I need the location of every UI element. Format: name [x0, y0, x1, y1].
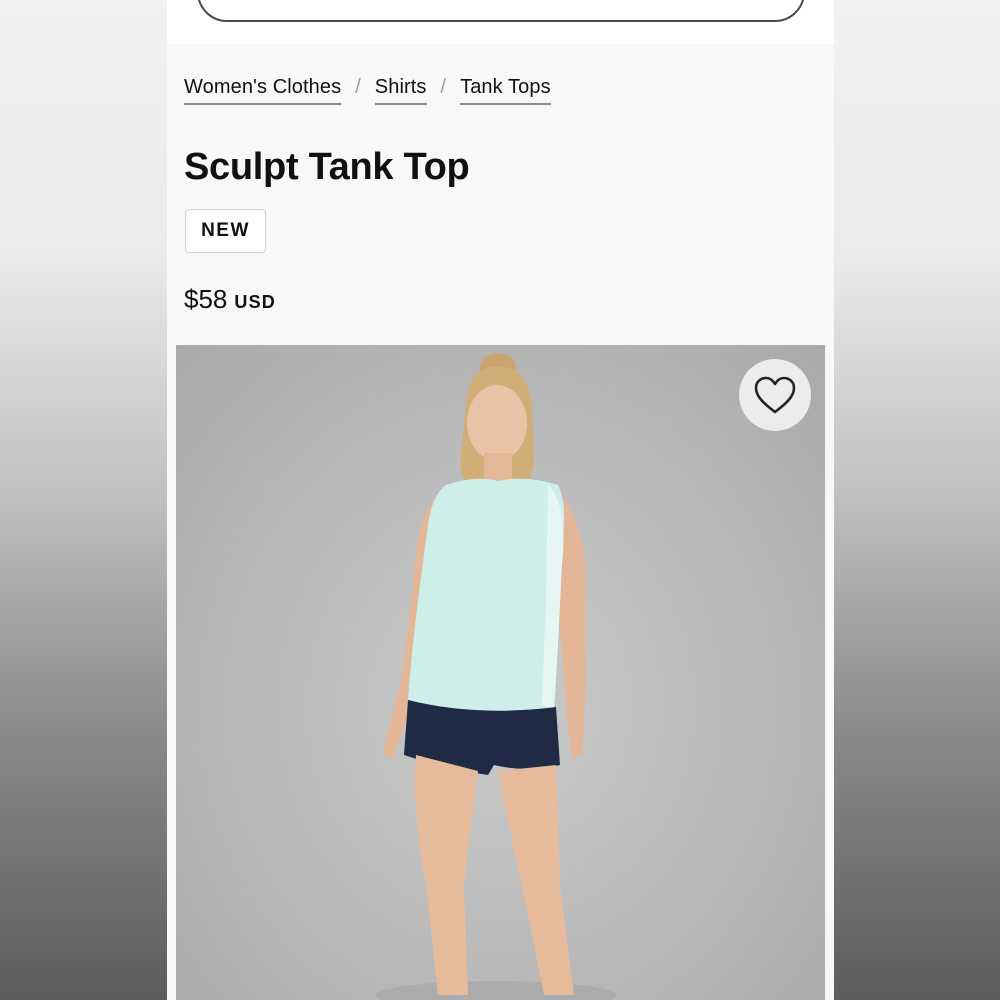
breadcrumb-womens-clothes[interactable]: Women's Clothes — [184, 76, 342, 105]
product-price: $58 USD — [184, 284, 276, 315]
product-title: Sculpt Tank Top — [184, 146, 470, 188]
left-backdrop — [0, 0, 167, 1000]
wishlist-button[interactable] — [739, 359, 811, 431]
product-page: Women's Clothes / Shirts / Tank Tops Scu… — [167, 0, 834, 1000]
breadcrumb-shirts[interactable]: Shirts — [374, 76, 427, 105]
heart-outline-icon — [754, 376, 796, 414]
breadcrumb-separator: / — [440, 76, 447, 98]
price-amount: $58 — [184, 284, 228, 314]
product-image[interactable] — [176, 345, 825, 1000]
search-input[interactable] — [197, 0, 805, 22]
breadcrumb-tank-tops[interactable]: Tank Tops — [460, 76, 551, 105]
breadcrumb-separator: / — [355, 76, 361, 98]
new-badge: NEW — [185, 209, 266, 253]
breadcrumb: Women's Clothes / Shirts / Tank Tops — [184, 76, 551, 105]
header-bar — [167, 0, 834, 44]
price-currency: USD — [234, 292, 276, 312]
right-backdrop — [834, 0, 1000, 1000]
model-photo — [376, 353, 616, 1000]
